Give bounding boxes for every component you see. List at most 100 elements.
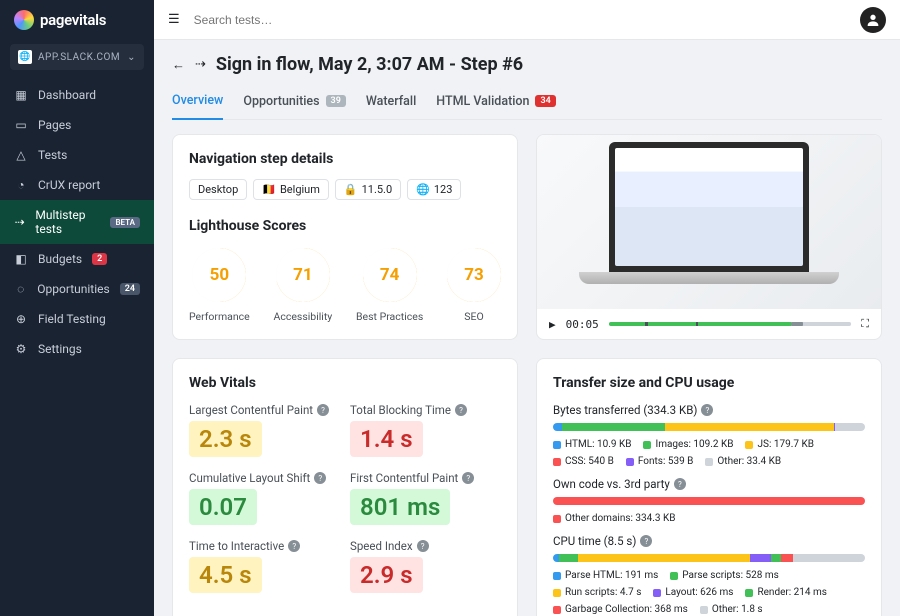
- transfer-card: Transfer size and CPU usage Bytes transf…: [536, 358, 882, 616]
- card-title: Transfer size and CPU usage: [553, 375, 865, 391]
- sidebar-item-tests[interactable]: △Tests: [0, 140, 154, 170]
- score-gauge: 50 Performance: [189, 248, 250, 323]
- score-label: Best Practices: [356, 310, 423, 323]
- legend-item: Run scripts: 4.7 s: [553, 587, 641, 598]
- flow-icon: ⇢: [195, 57, 206, 72]
- legend-item: Other: 33.4 KB: [705, 456, 781, 467]
- legend-label: Parse HTML: 191 ms: [565, 570, 658, 581]
- main-area: ☰ ← ⇢ Sign in flow, May 2, 3:07 AM - Ste…: [154, 0, 900, 616]
- legend-swatch: [553, 572, 561, 580]
- legend-item: Fonts: 539 B: [626, 456, 694, 467]
- play-icon[interactable]: ▶: [549, 318, 556, 331]
- chip-label: 11.5.0: [362, 183, 393, 196]
- tests-icon: △: [14, 148, 28, 162]
- help-icon[interactable]: ?: [317, 404, 329, 416]
- person-icon: [865, 12, 881, 28]
- settings-icon: ⚙: [14, 342, 28, 356]
- sidebar-item-pages[interactable]: ▭Pages: [0, 110, 154, 140]
- cpu-label: CPU time (8.5 s): [553, 534, 636, 548]
- user-avatar[interactable]: [860, 7, 886, 33]
- vital-value: 1.4 s: [350, 421, 423, 457]
- globe-icon: 🌐: [416, 183, 430, 196]
- legend-swatch: [643, 441, 651, 449]
- legend-label: Parse scripts: 528 ms: [682, 570, 778, 581]
- own-bar: [553, 497, 865, 505]
- sidebar-item-dashboard[interactable]: ▦ Dashboard: [0, 80, 154, 110]
- chip-version[interactable]: 🔒11.5.0: [335, 179, 401, 200]
- tab-waterfall[interactable]: Waterfall: [366, 87, 416, 119]
- score-value: 50: [210, 265, 230, 285]
- search-input[interactable]: [194, 13, 846, 27]
- legend-label: Run scripts: 4.7 s: [565, 587, 641, 598]
- help-icon[interactable]: ?: [417, 540, 429, 552]
- help-icon[interactable]: ?: [455, 404, 467, 416]
- legend-item: Other domains: 334.3 KB: [553, 513, 676, 524]
- site-selector[interactable]: 🌐 APP.SLACK.COM ⌄: [10, 44, 144, 70]
- sidebar-item-crux[interactable]: ◔CrUX report: [0, 170, 154, 200]
- fullscreen-icon[interactable]: ⛶: [861, 317, 869, 331]
- help-icon[interactable]: ?: [288, 540, 300, 552]
- help-icon[interactable]: ?: [314, 472, 326, 484]
- score-label: Performance: [189, 310, 250, 323]
- score-label: SEO: [447, 310, 501, 323]
- legend-swatch: [553, 589, 561, 597]
- vital-value: 2.9 s: [350, 557, 423, 593]
- score-label: Accessibility: [274, 310, 333, 323]
- beta-badge: BETA: [110, 217, 140, 228]
- dashboard-icon: ▦: [14, 88, 28, 102]
- sidebar: pagevitals 🌐 APP.SLACK.COM ⌄ ▦Dashboard …: [0, 0, 154, 616]
- bytes-bar: [553, 423, 865, 431]
- sidebar-item-label: Dashboard: [38, 88, 96, 102]
- tab-label: HTML Validation: [436, 94, 529, 109]
- legend-swatch: [705, 458, 713, 466]
- help-icon[interactable]: ?: [462, 472, 474, 484]
- legend-item: Parse scripts: 528 ms: [670, 570, 778, 581]
- vital-metric: Cumulative Layout Shift? 0.07: [189, 471, 340, 525]
- score-value: 74: [380, 265, 400, 285]
- hamburger-icon[interactable]: ☰: [168, 12, 180, 27]
- help-icon[interactable]: ?: [701, 404, 713, 416]
- brand-logo[interactable]: pagevitals: [0, 0, 154, 40]
- chip-location[interactable]: 🇧🇪Belgium: [253, 179, 329, 200]
- globe-icon: ⊕: [14, 312, 28, 326]
- help-icon[interactable]: ?: [640, 535, 652, 547]
- vital-metric: Time to Interactive? 4.5 s: [189, 539, 340, 593]
- chip-device[interactable]: Desktop: [189, 179, 247, 200]
- tab-opportunities[interactable]: Opportunities39: [243, 87, 346, 119]
- chip-browser[interactable]: 🌐123: [407, 179, 461, 200]
- legend-label: CSS: 540 B: [565, 456, 614, 467]
- count-badge: 2: [92, 253, 107, 265]
- content: ← ⇢ Sign in flow, May 2, 3:07 AM - Step …: [154, 40, 900, 616]
- video-preview[interactable]: [537, 135, 881, 309]
- chip-label: Belgium: [280, 183, 320, 196]
- sidebar-item-field[interactable]: ⊕Field Testing: [0, 304, 154, 334]
- multistep-icon: ⇢: [14, 215, 25, 229]
- legend-swatch: [745, 589, 753, 597]
- legend-label: Other: 1.8 s: [712, 604, 763, 615]
- vital-label: Time to Interactive: [189, 539, 284, 553]
- legend-swatch: [653, 589, 661, 597]
- video-progress[interactable]: [609, 322, 852, 326]
- tab-label: Opportunities: [243, 94, 319, 109]
- help-icon[interactable]: ?: [674, 478, 686, 490]
- laptop-mockup: [579, 142, 839, 302]
- sidebar-item-opportunities[interactable]: ◌Opportunities24: [0, 274, 154, 304]
- tab-overview[interactable]: Overview: [172, 87, 223, 120]
- vital-label: Total Blocking Time: [350, 403, 451, 417]
- legend-item: Render: 214 ms: [745, 587, 827, 598]
- topbar: ☰: [154, 0, 900, 40]
- site-favicon: 🌐: [18, 50, 32, 64]
- tab-html-validation[interactable]: HTML Validation34: [436, 87, 555, 119]
- vital-label: Cumulative Layout Shift: [189, 471, 310, 485]
- score-gauge: 71 Accessibility: [274, 248, 333, 323]
- back-icon[interactable]: ←: [172, 57, 185, 73]
- legend-item: Other: 1.8 s: [700, 604, 763, 615]
- vital-metric: Total Blocking Time? 1.4 s: [350, 403, 501, 457]
- legend-item: JS: 179.7 KB: [745, 439, 813, 450]
- sidebar-item-budgets[interactable]: ◧Budgets2: [0, 244, 154, 274]
- brand-icon: [14, 10, 34, 30]
- sidebar-item-multistep[interactable]: ⇢Multistep testsBETA: [0, 200, 154, 244]
- sidebar-item-settings[interactable]: ⚙Settings: [0, 334, 154, 364]
- card-title: Web Vitals: [189, 375, 501, 391]
- vital-label: First Contentful Paint: [350, 471, 458, 485]
